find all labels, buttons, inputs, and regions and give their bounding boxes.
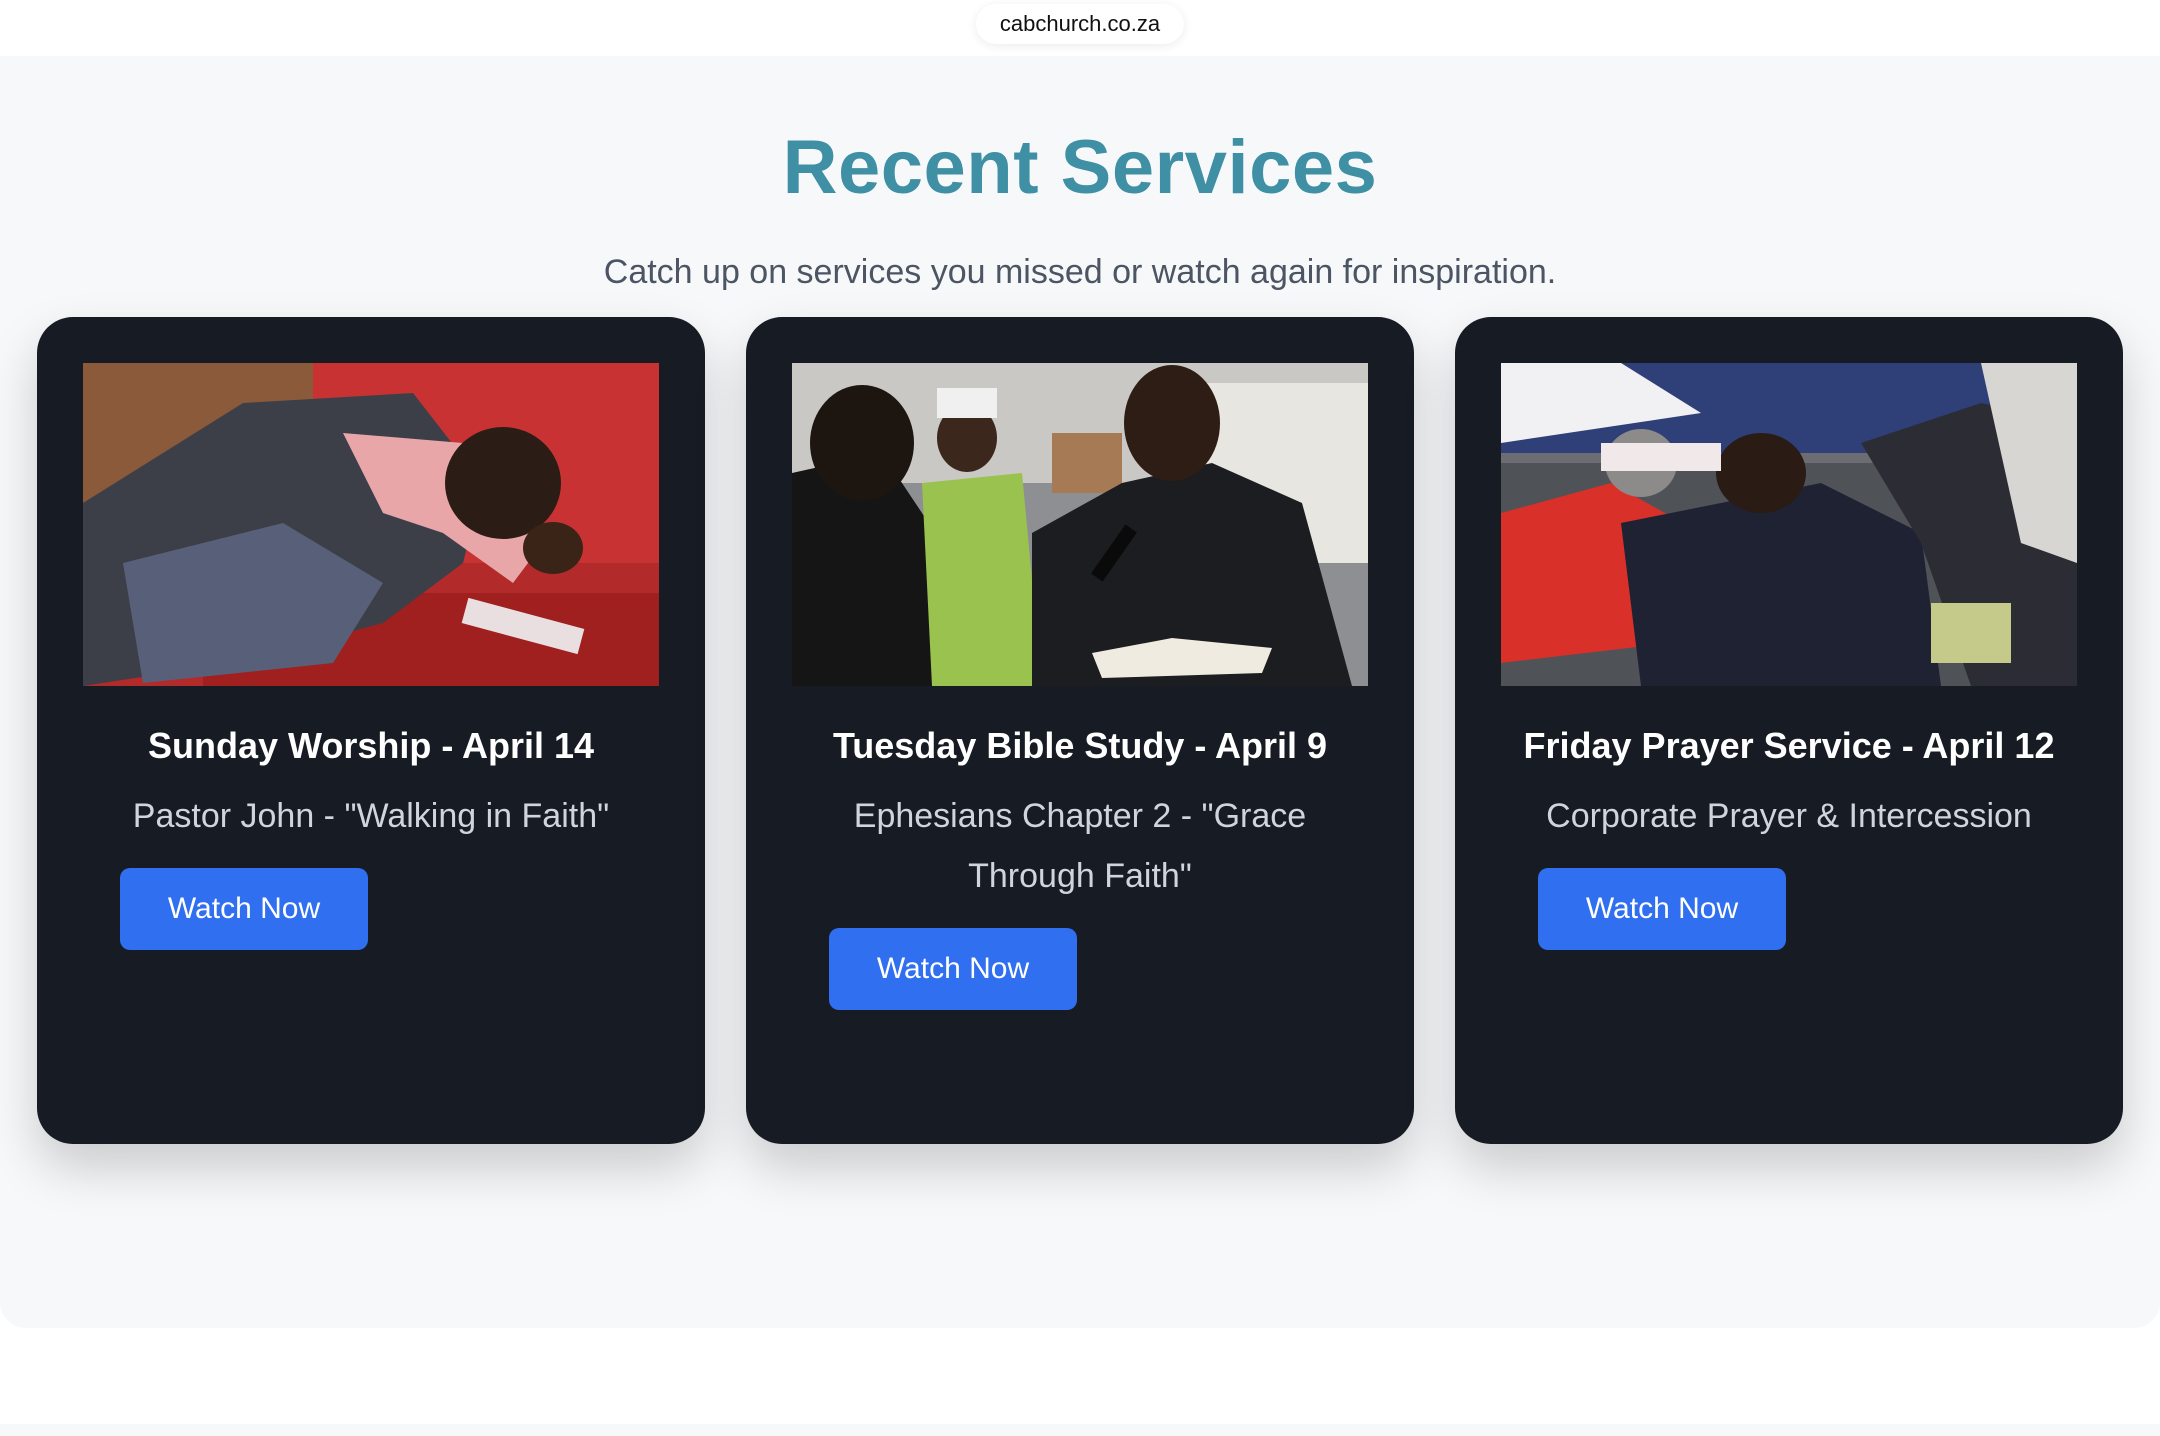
service-title: Sunday Worship - April 14	[147, 725, 595, 766]
watch-now-button[interactable]: Watch Now	[1538, 868, 1786, 950]
service-thumbnail-image[interactable]	[83, 363, 659, 686]
address-bar-url[interactable]: cabchurch.co.za	[975, 4, 1185, 44]
service-description: Corporate Prayer & Intercession	[1546, 797, 2032, 835]
service-card-friday: Friday Prayer Service - April 12 Corpora…	[1455, 317, 2123, 1144]
service-title: Friday Prayer Service - April 12	[1523, 725, 2055, 766]
section-title: Recent Services	[782, 125, 1378, 210]
service-description: Ephesians Chapter 2 - "Grace Through Fai…	[853, 797, 1307, 895]
service-description: Pastor John - "Walking in Faith"	[132, 797, 610, 835]
section-subtitle: Catch up on services you missed or watch…	[603, 253, 1557, 291]
next-section-edge	[0, 1424, 2160, 1436]
page: cabchurch.co.za Recent Services Catch up…	[0, 0, 2160, 1436]
service-card-sunday: Sunday Worship - April 14 Pastor John - …	[37, 317, 705, 1144]
service-title: Tuesday Bible Study - April 9	[832, 725, 1328, 766]
service-thumbnail-image[interactable]	[792, 363, 1368, 686]
watch-now-button[interactable]: Watch Now	[120, 868, 368, 950]
service-thumbnail-image[interactable]	[1501, 363, 2077, 686]
service-card-tuesday: Tuesday Bible Study - April 9 Ephesians …	[746, 317, 1414, 1144]
watch-now-button[interactable]: Watch Now	[829, 928, 1077, 1010]
